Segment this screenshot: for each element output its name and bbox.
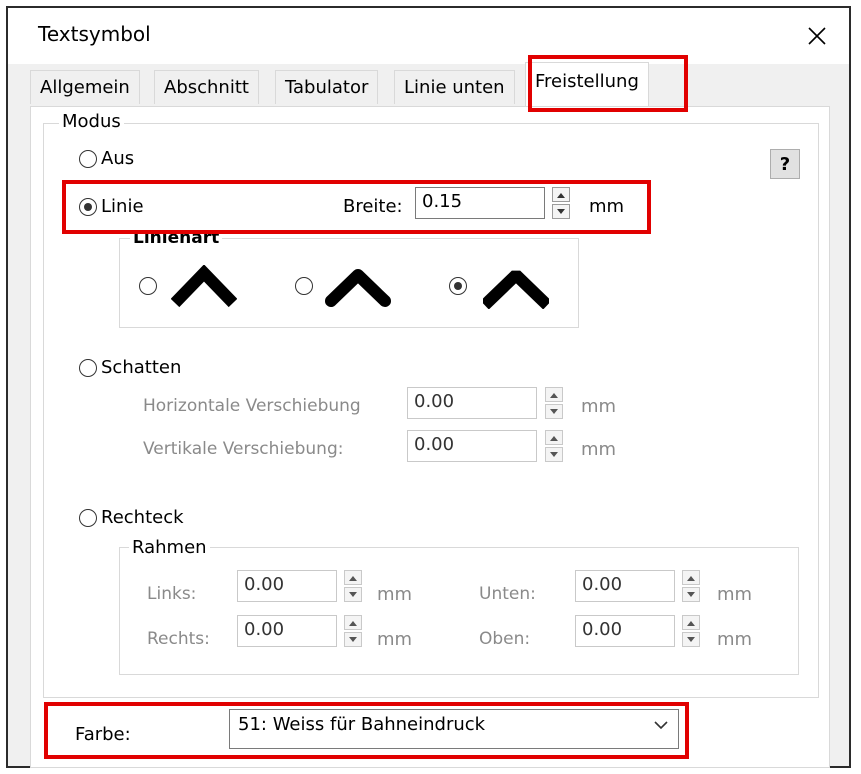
oben-spinner[interactable] (682, 615, 702, 647)
chevron-down-icon (654, 721, 668, 730)
farbe-value: 51: Weiss für Bahneindruck (238, 714, 486, 735)
chevron-down-icon (687, 591, 695, 597)
breite-label: Breite: (343, 196, 403, 217)
spin-up-button[interactable] (552, 187, 570, 202)
farbe-label: Farbe: (75, 724, 131, 745)
radio-schatten[interactable] (79, 359, 97, 377)
rahmen-group (119, 547, 799, 675)
tab-linie-unten[interactable]: Linie unten (394, 70, 515, 104)
linienart-shape-2 (325, 269, 391, 307)
spin-up-button[interactable] (682, 570, 700, 585)
vert-label: Vertikale Verschiebung: (143, 439, 344, 459)
vert-input[interactable]: 0.00 (407, 430, 537, 462)
tab-freistellung[interactable]: Freistellung (525, 62, 649, 106)
linienart-label: Linienart (130, 229, 223, 247)
chevron-up-icon (557, 192, 565, 198)
radio-aus[interactable] (79, 150, 97, 168)
close-icon (808, 27, 826, 45)
farbe-dropdown[interactable]: 51: Weiss für Bahneindruck (229, 709, 679, 749)
horiz-spinner[interactable] (545, 387, 565, 419)
rechts-label: Rechts: (147, 629, 210, 649)
spin-up-button[interactable] (344, 615, 362, 630)
vert-spinner[interactable] (545, 430, 565, 462)
modus-group-label: Modus (59, 111, 124, 132)
radio-rechteck[interactable] (79, 509, 97, 527)
chevron-up-icon (687, 620, 695, 626)
help-button[interactable]: ? (770, 149, 800, 179)
title-bar: Textsymbol (8, 8, 849, 64)
breite-spinner[interactable] (552, 187, 572, 219)
spin-down-button[interactable] (682, 632, 700, 647)
unten-spinner[interactable] (682, 570, 702, 602)
spin-down-button[interactable] (344, 632, 362, 647)
spin-down-button[interactable] (552, 204, 570, 219)
freistellung-panel: Modus ? Aus Linie Breite: 0.15 mm Linien… (30, 106, 830, 768)
links-spinner[interactable] (344, 570, 364, 602)
horiz-unit: mm (581, 396, 617, 417)
schatten-label: Schatten (101, 357, 182, 378)
linienart-option-3[interactable] (449, 277, 467, 295)
linienart-shape-3 (483, 270, 549, 309)
tab-tabulator[interactable]: Tabulator (275, 70, 379, 104)
spin-up-button[interactable] (545, 387, 563, 402)
chevron-down-icon (349, 636, 357, 642)
linie-label: Linie (101, 196, 144, 217)
unten-label: Unten: (479, 584, 536, 604)
linienart-shape-1 (171, 265, 237, 308)
window-title: Textsymbol (38, 22, 151, 46)
rechteck-label: Rechteck (101, 507, 184, 528)
close-button[interactable] (797, 16, 837, 56)
rechts-spinner[interactable] (344, 615, 364, 647)
spin-down-button[interactable] (344, 587, 362, 602)
spin-up-button[interactable] (545, 430, 563, 445)
rahmen-label: Rahmen (129, 537, 210, 558)
radio-linie[interactable] (79, 198, 97, 216)
chevron-up-icon (349, 620, 357, 626)
chevron-down-icon (557, 208, 565, 214)
chevron-down-icon (550, 451, 558, 457)
rechts-input[interactable]: 0.00 (237, 615, 337, 647)
aus-label: Aus (101, 148, 135, 169)
chevron-down-icon (550, 408, 558, 414)
horiz-label: Horizontale Verschiebung (143, 396, 361, 416)
vert-unit: mm (581, 439, 617, 460)
chevron-up-icon (550, 392, 558, 398)
horiz-input[interactable]: 0.00 (407, 387, 537, 419)
breite-input[interactable]: 0.15 (415, 187, 545, 219)
chevron-up-icon (349, 575, 357, 581)
oben-label: Oben: (479, 629, 531, 649)
chevron-down-icon (687, 636, 695, 642)
oben-input[interactable]: 0.00 (575, 615, 675, 647)
spin-up-button[interactable] (682, 615, 700, 630)
chevron-down-icon (349, 591, 357, 597)
oben-unit: mm (717, 629, 753, 650)
linienart-option-1[interactable] (139, 277, 157, 295)
tab-allgemein[interactable]: Allgemein (30, 70, 140, 104)
linienart-option-2[interactable] (295, 277, 313, 295)
links-input[interactable]: 0.00 (237, 570, 337, 602)
chevron-up-icon (687, 575, 695, 581)
tab-abschnitt[interactable]: Abschnitt (154, 70, 259, 104)
chevron-up-icon (550, 435, 558, 441)
rechts-unit: mm (377, 629, 413, 650)
spin-down-button[interactable] (545, 404, 563, 419)
unten-unit: mm (717, 584, 753, 605)
unten-input[interactable]: 0.00 (575, 570, 675, 602)
links-unit: mm (377, 584, 413, 605)
spin-down-button[interactable] (682, 587, 700, 602)
spin-down-button[interactable] (545, 447, 563, 462)
breite-unit: mm (589, 196, 625, 217)
spin-up-button[interactable] (344, 570, 362, 585)
links-label: Links: (147, 584, 197, 604)
